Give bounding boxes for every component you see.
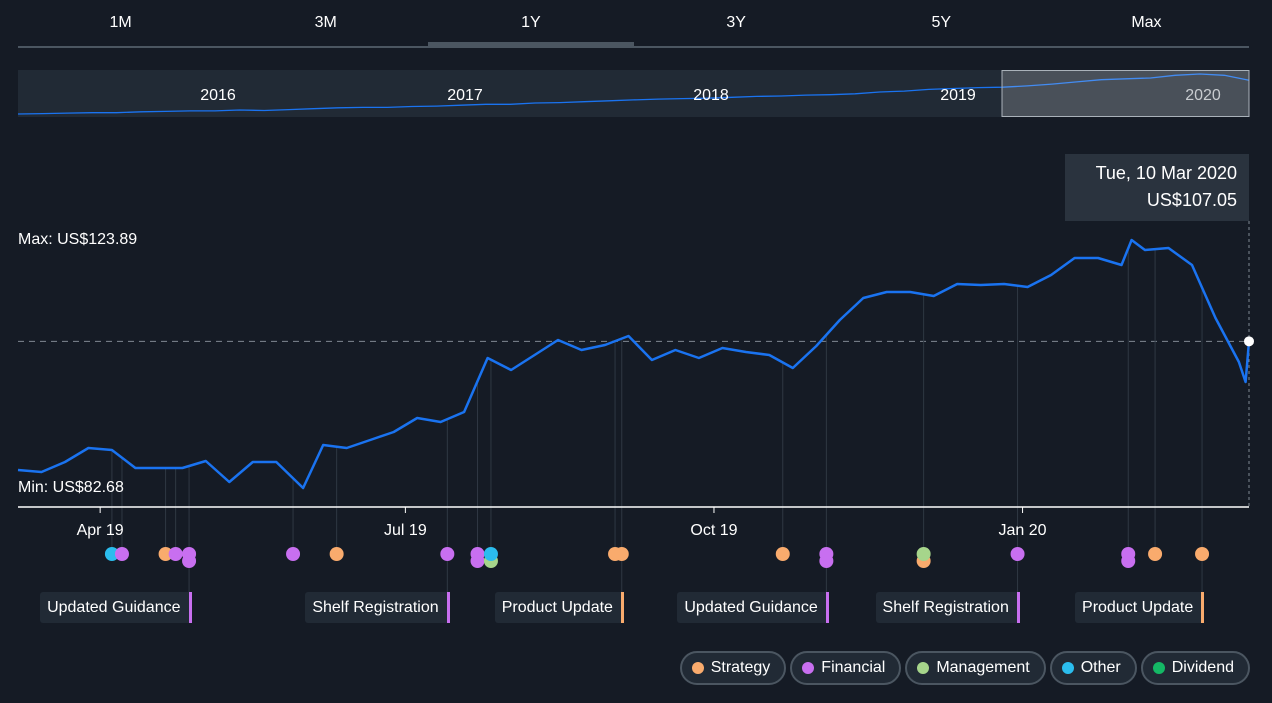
navigator-year-label: 2019 — [940, 87, 976, 104]
x-tick-label: Oct 19 — [690, 522, 737, 539]
max-label: Max: US$123.89 — [18, 231, 138, 248]
legend-label: Dividend — [1171, 659, 1234, 676]
event-dot-financial[interactable] — [819, 547, 834, 561]
event-dot-strategy[interactable] — [614, 547, 629, 561]
tooltip-date: Tue, 10 Mar 2020 — [1095, 163, 1237, 183]
event-dot-strategy[interactable] — [1148, 547, 1163, 561]
price-line — [17, 238, 1251, 490]
legend-dot-icon — [1152, 662, 1165, 674]
event-label[interactable]: Product Update — [494, 592, 624, 623]
event-dot-management[interactable] — [916, 547, 931, 561]
legend-label: Strategy — [710, 659, 771, 676]
event-dot-strategy[interactable] — [329, 547, 344, 561]
legend: Strategy Financial Management Other Dividend — [679, 651, 1250, 685]
legend-other[interactable]: Other — [1049, 651, 1137, 685]
current-point-marker — [1244, 336, 1254, 347]
x-tick-label: Jan 20 — [999, 522, 1047, 539]
legend-dot-icon — [917, 662, 930, 674]
legend-dot-icon — [802, 662, 815, 674]
navigator-year-label: 2017 — [447, 87, 483, 104]
legend-label: Financial — [821, 659, 886, 676]
event-dot-other[interactable] — [483, 547, 498, 561]
legend-label: Management — [936, 659, 1030, 676]
legend-dot-icon — [691, 662, 704, 674]
event-dot-financial[interactable] — [182, 547, 197, 561]
min-label: Min: US$82.68 — [18, 479, 124, 496]
legend-financial[interactable]: Financial — [790, 651, 902, 685]
x-tick-label: Jul 19 — [384, 522, 427, 539]
event-dot-financial[interactable] — [470, 547, 485, 561]
event-label[interactable]: Updated Guidance — [40, 592, 192, 623]
event-label[interactable]: Shelf Registration — [305, 592, 450, 623]
legend-dot-icon — [1061, 662, 1074, 674]
x-tick-label: Apr 19 — [77, 522, 124, 539]
legend-label: Other — [1080, 659, 1121, 676]
event-dot-financial[interactable] — [286, 547, 301, 561]
navigator-year-label: 2020 — [1185, 87, 1221, 104]
tooltip-value: US$107.05 — [1146, 190, 1237, 210]
navigator-year-label: 2016 — [200, 87, 236, 104]
event-dot-financial[interactable] — [1010, 547, 1025, 561]
event-label[interactable]: Updated Guidance — [677, 592, 829, 623]
legend-dividend[interactable]: Dividend — [1140, 651, 1250, 685]
navigator-year-label: 2018 — [693, 87, 729, 104]
event-dot-financial[interactable] — [440, 547, 455, 561]
event-label[interactable]: Shelf Registration — [875, 592, 1020, 623]
event-dot-financial[interactable] — [114, 547, 129, 561]
event-dot-financial[interactable] — [1121, 547, 1136, 561]
legend-management[interactable]: Management — [905, 651, 1046, 685]
event-label[interactable]: Product Update — [1075, 592, 1205, 623]
event-dot-strategy[interactable] — [1195, 547, 1210, 561]
tooltip: Tue, 10 Mar 2020 US$107.05 — [1065, 154, 1249, 221]
event-dot-strategy[interactable] — [775, 547, 790, 561]
legend-strategy[interactable]: Strategy — [679, 651, 787, 685]
event-dot-financial[interactable] — [168, 547, 183, 561]
